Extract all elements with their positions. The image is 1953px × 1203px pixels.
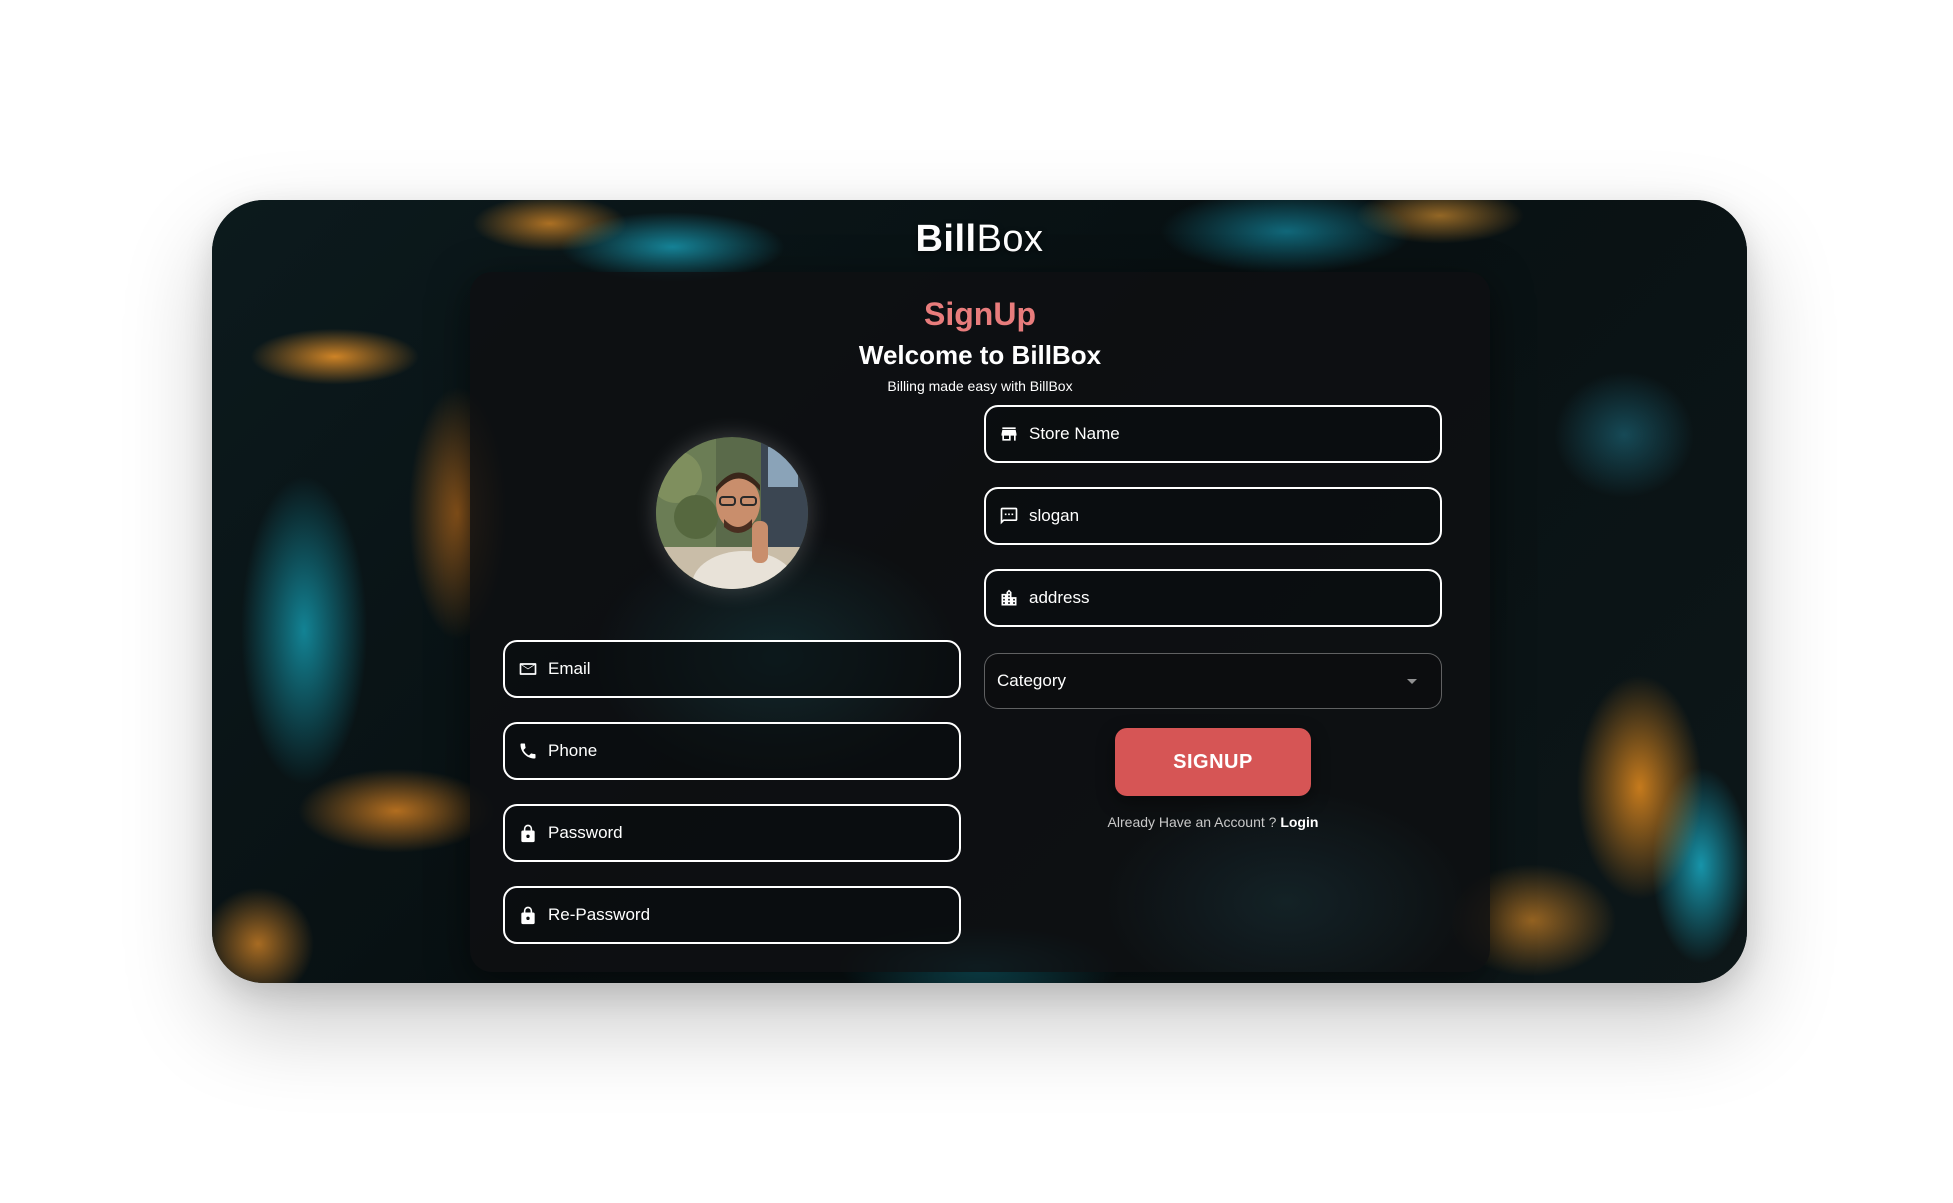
- category-select-label: Category: [997, 671, 1066, 690]
- slogan-field[interactable]: [984, 487, 1442, 545]
- email-field[interactable]: [503, 640, 961, 698]
- brand-logo: BillBox: [212, 218, 1747, 261]
- signup-card: SignUp Welcome to BillBox Billing made e…: [470, 272, 1490, 972]
- chevron-down-icon: [1407, 678, 1417, 684]
- re-password-input[interactable]: [548, 905, 959, 925]
- slogan-input[interactable]: [1029, 506, 1440, 526]
- brand-logo-bold: Bill: [915, 218, 977, 260]
- message-icon: [998, 505, 1020, 527]
- welcome-title: Welcome to BillBox: [858, 340, 1102, 370]
- mail-icon: [517, 658, 539, 680]
- address-field[interactable]: [984, 569, 1442, 627]
- lock-icon: [517, 822, 539, 844]
- building-icon: [998, 587, 1020, 609]
- store-icon: [998, 423, 1020, 445]
- re-password-field[interactable]: [503, 886, 961, 944]
- store-name-input[interactable]: [1029, 424, 1440, 444]
- store-name-field[interactable]: [984, 405, 1442, 463]
- phone-input[interactable]: [548, 741, 959, 761]
- lock-icon: [517, 904, 539, 926]
- form-heading: SignUp: [924, 296, 1036, 332]
- login-prompt: Already Have an Account ? Login: [984, 814, 1442, 830]
- app-window: BillBox SignUp Welcome to BillBox Billin…: [212, 200, 1747, 983]
- login-prompt-text: Already Have an Account ?: [1107, 814, 1277, 830]
- password-field[interactable]: [503, 804, 961, 862]
- phone-icon: [517, 740, 539, 762]
- tagline: Billing made easy with BillBox: [887, 378, 1073, 394]
- login-link[interactable]: Login: [1280, 814, 1318, 830]
- signup-button[interactable]: SIGNUP: [1115, 728, 1311, 796]
- category-select[interactable]: Category: [984, 653, 1442, 709]
- brand-logo-light: Box: [976, 218, 1044, 260]
- password-input[interactable]: [548, 823, 959, 843]
- phone-field[interactable]: [503, 722, 961, 780]
- email-input[interactable]: [548, 659, 959, 679]
- avatar[interactable]: [656, 437, 808, 589]
- avatar-photo: [656, 437, 808, 589]
- address-input[interactable]: [1029, 588, 1440, 608]
